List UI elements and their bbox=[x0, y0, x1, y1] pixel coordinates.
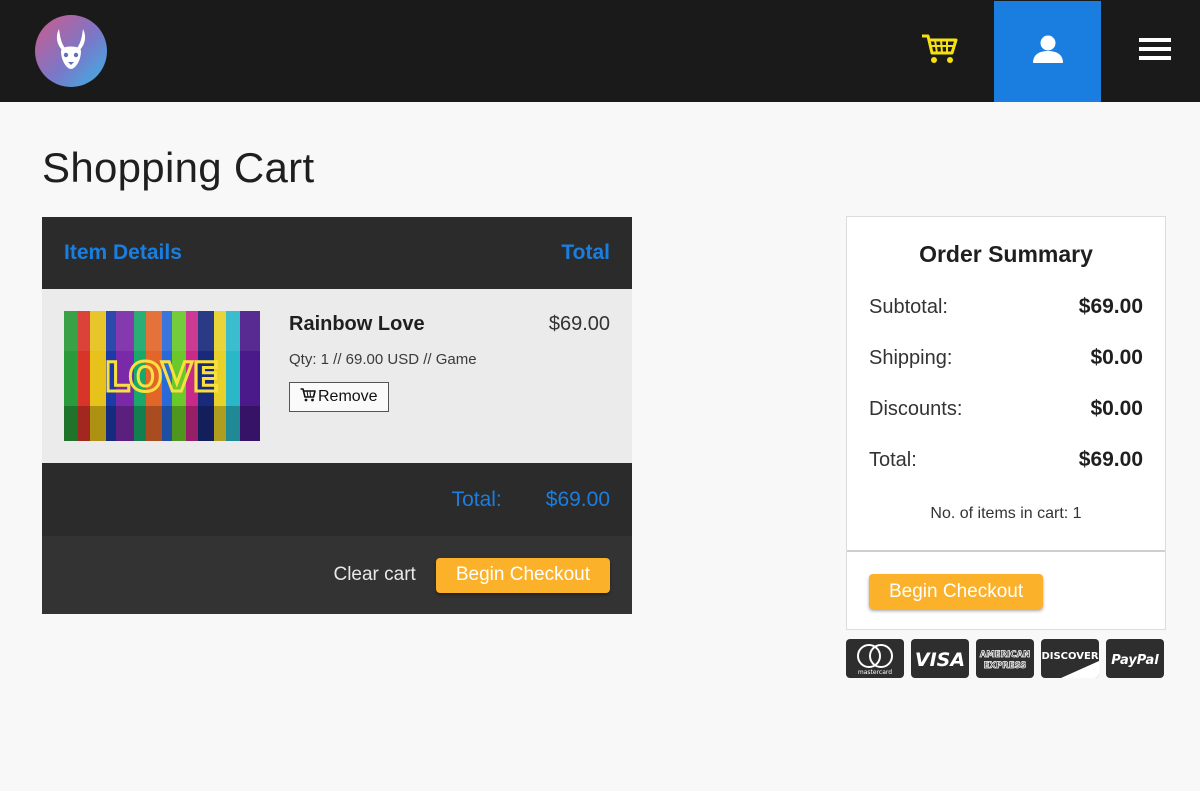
summary-row-subtotal: Subtotal: $69.00 bbox=[869, 295, 1143, 319]
svg-text:VISA: VISA bbox=[915, 649, 965, 671]
cart-total-row: Total: $69.00 bbox=[42, 463, 632, 536]
summary-divider bbox=[847, 550, 1165, 552]
cart-total-label: Total: bbox=[451, 487, 502, 511]
hamburger-menu-icon bbox=[1139, 37, 1171, 66]
svg-text:PayPal: PayPal bbox=[1111, 653, 1159, 668]
begin-checkout-button[interactable]: Begin Checkout bbox=[435, 557, 610, 593]
summary-value: $69.00 bbox=[1078, 448, 1143, 471]
item-details-header: Item Details bbox=[64, 241, 182, 264]
svg-text:AMERICAN: AMERICAN bbox=[980, 650, 1030, 660]
visa-icon: VISA bbox=[911, 639, 969, 678]
total-header: Total bbox=[561, 241, 610, 264]
cart-item-row: LOVE Rainbow Love $69.00 Qty: 1 // 69.00… bbox=[42, 289, 632, 463]
summary-value: $69.00 bbox=[1078, 295, 1143, 318]
cart-remove-icon bbox=[300, 387, 316, 407]
paypal-icon: PayPal bbox=[1106, 639, 1164, 678]
mastercard-icon: mastercard bbox=[846, 639, 904, 678]
remove-label: Remove bbox=[318, 388, 378, 405]
remove-item-button[interactable]: Remove bbox=[289, 382, 389, 412]
page-title: Shopping Cart bbox=[42, 144, 315, 191]
svg-text:DISCOVER: DISCOVER bbox=[1041, 651, 1098, 662]
clear-cart-link[interactable]: Clear cart bbox=[333, 564, 415, 586]
american-express-icon: AMERICAN EXPRESS bbox=[976, 639, 1034, 678]
user-icon bbox=[1032, 34, 1064, 69]
order-summary-title: Order Summary bbox=[919, 241, 1093, 267]
summary-begin-checkout-button[interactable]: Begin Checkout bbox=[869, 574, 1044, 609]
summary-label: Discounts: bbox=[869, 398, 963, 420]
item-thumbnail[interactable]: LOVE bbox=[64, 311, 260, 441]
svg-text:mastercard: mastercard bbox=[858, 669, 892, 676]
thumbnail-love-text: LOVE bbox=[104, 355, 219, 401]
item-price: $69.00 bbox=[548, 313, 610, 335]
top-navigation-bar bbox=[0, 0, 1200, 102]
user-account-button[interactable] bbox=[994, 1, 1101, 102]
summary-row-shipping: Shipping: $0.00 bbox=[869, 346, 1143, 370]
item-name[interactable]: Rainbow Love bbox=[289, 313, 425, 336]
svg-text:EXPRESS: EXPRESS bbox=[984, 661, 1027, 671]
cart-table: Item Details Total LOVE Rainbow Love $69… bbox=[42, 217, 632, 614]
summary-label: Shipping: bbox=[869, 347, 953, 369]
cart-actions-row: Clear cart Begin Checkout bbox=[42, 536, 632, 614]
summary-value: $0.00 bbox=[1090, 346, 1143, 369]
summary-row-total: Total: $69.00 bbox=[869, 448, 1143, 472]
payment-methods: mastercard VISA AMERICAN EXPRESS DISCOVE… bbox=[846, 639, 1164, 678]
discover-icon: DISCOVER bbox=[1041, 639, 1099, 678]
cart-total-value: $69.00 bbox=[545, 487, 610, 511]
hamburger-menu-button[interactable] bbox=[1120, 28, 1190, 74]
shopping-cart-icon bbox=[921, 33, 959, 70]
rabbit-logo[interactable] bbox=[35, 15, 107, 87]
summary-value: $0.00 bbox=[1090, 397, 1143, 420]
summary-label: Subtotal: bbox=[869, 296, 948, 318]
items-count: No. of items in cart: 1 bbox=[930, 505, 1082, 522]
summary-label: Total: bbox=[869, 449, 917, 471]
shopping-cart-button[interactable] bbox=[912, 28, 968, 74]
summary-row-discounts: Discounts: $0.00 bbox=[869, 397, 1143, 421]
item-meta: Qty: 1 // 69.00 USD // Game bbox=[289, 351, 477, 368]
cart-table-header: Item Details Total bbox=[42, 217, 632, 289]
order-summary-panel: Order Summary Subtotal: $69.00 Shipping:… bbox=[846, 216, 1166, 630]
